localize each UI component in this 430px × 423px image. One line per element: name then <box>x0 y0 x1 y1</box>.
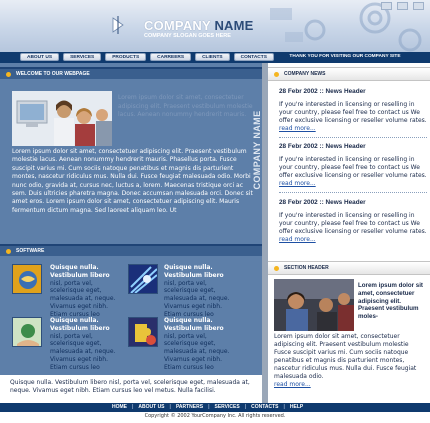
news-body-text: If you're interested in licensing or res… <box>279 101 427 124</box>
footer-divider: | <box>283 404 285 410</box>
news-body: If you're interested in licensing or res… <box>279 212 427 244</box>
footer-services-link[interactable]: SERVICES <box>214 403 239 412</box>
bullet-icon <box>274 72 279 77</box>
sitemap-icon[interactable] <box>413 2 424 10</box>
software-item-3-title[interactable]: Quisque nulla. Vestibulum libero <box>50 317 110 332</box>
software-item-2-title[interactable]: Quisque nulla. Vestibulum libero <box>164 264 224 279</box>
top-icons <box>381 2 424 10</box>
nav-carreers[interactable]: CARREERS <box>150 53 192 61</box>
vertical-company-label: COMPANY NAME <box>252 80 262 220</box>
home-icon[interactable] <box>381 2 392 10</box>
section-headline: Lorem ipsum dolor sit amet, consectetuer… <box>358 282 423 321</box>
software-icon-lines[interactable] <box>128 264 158 294</box>
news-body-text: If you're interested in licensing or res… <box>279 156 427 179</box>
footer-divider: | <box>132 404 134 410</box>
copyright: Copyright © 2002 YourCompany Inc. All ri… <box>144 413 286 419</box>
software-icon-hand[interactable] <box>12 317 42 347</box>
software-item-4-text: nisl, porta vel, scelerisque eget, males… <box>164 332 230 371</box>
news-header[interactable]: 28 Febr 2002 :: News Header <box>279 143 427 150</box>
welcome-intro-text: Lorem ipsum dolor sit amet, consectetuer… <box>118 94 253 118</box>
main-nav: ABOUT US SERVICES PRODUCTS CARREERS CLIE… <box>20 53 274 61</box>
software-item-1: Quisque nulla. Vestibulum libero nisl, p… <box>50 264 116 319</box>
footer-about-link[interactable]: ABOUT US <box>138 403 164 412</box>
news-separator <box>279 137 427 138</box>
news-body: If you're interested in licensing or res… <box>279 156 427 188</box>
nav-clients[interactable]: CLIENTS <box>195 53 230 61</box>
news-header[interactable]: 28 Febr 2002 :: News Header <box>279 199 427 206</box>
welcome-section-header: WELCOME TO OUR WEBPAGE <box>0 67 262 79</box>
company-name-part2: NAME <box>214 18 254 33</box>
logo-icon <box>112 16 124 34</box>
read-more-link[interactable]: read more... <box>279 236 316 243</box>
software-item-2: Quisque nulla. Vestibulum libero nisl, p… <box>164 264 230 319</box>
header-banner: COMPANY NAME COMPANY SLOGAN GOES HERE <box>0 0 430 52</box>
section-body-text: Lorem ipsum dolor sit amet, consectetuer… <box>274 333 417 380</box>
welcome-body-text: Lorem ipsum dolor sit amet, consectetuer… <box>12 148 253 214</box>
footer-home-link[interactable]: HOME <box>112 403 127 412</box>
news-separator <box>279 192 427 193</box>
nav-about-us[interactable]: ABOUT US <box>20 53 60 61</box>
read-more-link[interactable]: read more... <box>279 125 316 132</box>
company-name: COMPANY NAME <box>144 18 254 33</box>
bullet-icon <box>6 72 11 77</box>
footer-help-link[interactable]: HELP <box>290 403 303 412</box>
news-item: 28 Febr 2002 :: News Header If you're in… <box>279 199 427 244</box>
welcome-photo <box>12 91 112 146</box>
section-header-title: SECTION HEADER <box>284 265 329 271</box>
footer-partners-link[interactable]: PARTNERS <box>176 403 203 412</box>
software-item-4-title[interactable]: Quisque nulla. Vestibulum libero <box>164 317 224 332</box>
company-slogan: COMPANY SLOGAN GOES HERE <box>144 33 231 39</box>
company-news-header: COMPANY NEWS <box>268 67 430 81</box>
software-section-header: SOFTWARE <box>0 244 262 256</box>
company-news-title: COMPANY NEWS <box>284 71 326 77</box>
bullet-icon <box>6 249 11 254</box>
software-title: SOFTWARE <box>16 248 45 254</box>
thanks-message: THANK YOU FOR VISITING OUR COMPANY SITE <box>289 54 401 59</box>
footer-divider: | <box>244 404 247 410</box>
software-item-3-text: nisl, porta vel, scelerisque eget, males… <box>50 332 116 371</box>
company-name-part1: COMPANY <box>144 18 211 33</box>
section-body: Lorem ipsum dolor sit amet, consectetuer… <box>274 333 424 389</box>
welcome-title: WELCOME TO OUR WEBPAGE <box>16 71 90 77</box>
footer-divider: | <box>208 404 210 410</box>
software-item-4: Quisque nulla. Vestibulum libero nisl, p… <box>164 317 230 372</box>
news-body: If you're interested in licensing or res… <box>279 101 427 133</box>
bullet-icon <box>274 266 279 271</box>
section-read-more-link[interactable]: read more... <box>274 381 311 388</box>
news-header[interactable]: 28 Febr 2002 :: News Header <box>279 88 427 95</box>
software-item-2-text: nisl, porta vel, scelerisque eget, males… <box>164 279 230 318</box>
footer-divider: | <box>169 404 171 410</box>
section-photo <box>274 279 354 331</box>
mail-icon[interactable] <box>397 2 408 10</box>
read-more-link[interactable]: read more... <box>279 180 316 187</box>
news-body-text: If you're interested in licensing or res… <box>279 212 427 235</box>
footer-contacts-link[interactable]: CONTACTS <box>251 403 278 412</box>
software-icon-puzzle[interactable] <box>128 317 158 347</box>
software-item-1-text: nisl, porta vel, scelerisque eget, males… <box>50 279 116 318</box>
software-icon-globe[interactable] <box>12 264 42 294</box>
news-item: 28 Febr 2002 :: News Header If you're in… <box>279 88 427 133</box>
vertical-label-text: COMPANY NAME <box>252 110 262 190</box>
software-item-1-title[interactable]: Quisque nulla. Vestibulum libero <box>50 264 110 279</box>
nav-products[interactable]: PRODUCTS <box>105 53 147 61</box>
news-item: 28 Febr 2002 :: News Header If you're in… <box>279 143 427 188</box>
section-header-bar: SECTION HEADER <box>268 261 430 275</box>
software-bottom-text: Quisque nulla. Vestibulum libero nisl, p… <box>0 375 262 403</box>
software-item-3: Quisque nulla. Vestibulum libero nisl, p… <box>50 317 116 372</box>
nav-services[interactable]: SERVICES <box>63 53 102 61</box>
footer-nav: HOME | ABOUT US | PARTNERS | SERVICES | CONT… <box>112 403 303 412</box>
